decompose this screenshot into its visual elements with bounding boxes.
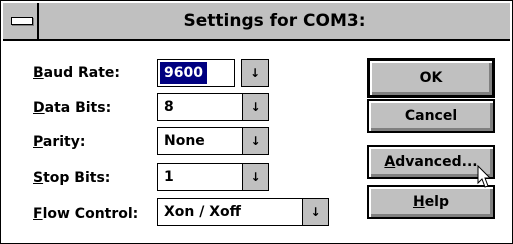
flow-control-value: Xon / Xoff — [164, 204, 241, 220]
data-bits-label: Data Bits: — [33, 100, 112, 116]
baud-rate-value[interactable]: 9600 — [160, 62, 207, 84]
stop-bits-label: Stop Bits: — [33, 170, 111, 186]
data-bits-combo[interactable]: 8 ↓ — [157, 93, 269, 121]
advanced-button[interactable]: Advanced... — [367, 145, 495, 179]
baud-rate-combo[interactable]: 9600 — [157, 59, 235, 87]
mouse-pointer-icon — [477, 165, 492, 188]
parity-value: None — [164, 133, 205, 149]
help-button[interactable]: Help — [367, 185, 495, 219]
stop-bits-combo[interactable]: 1 ↓ — [157, 163, 269, 191]
dropdown-arrow-icon: ↓ — [250, 100, 261, 114]
dropdown-arrow-icon: ↓ — [250, 170, 261, 184]
dropdown-arrow-icon: ↓ — [250, 134, 261, 148]
dropdown-arrow-icon: ↓ — [310, 205, 321, 219]
system-menu-icon[interactable] — [3, 3, 39, 39]
flow-control-dropdown-button[interactable]: ↓ — [302, 199, 328, 225]
baud-rate-dropdown-button[interactable]: ↓ — [241, 59, 269, 87]
baud-rate-label: Baud Rate: — [33, 65, 120, 81]
window-title: Settings for COM3: — [183, 11, 366, 31]
cancel-button[interactable]: Cancel — [367, 99, 495, 133]
data-bits-dropdown-button[interactable]: ↓ — [242, 94, 268, 120]
stop-bits-dropdown-button[interactable]: ↓ — [242, 164, 268, 190]
stop-bits-value: 1 — [164, 169, 174, 185]
parity-label: Parity: — [33, 134, 86, 150]
dropdown-arrow-icon: ↓ — [249, 66, 261, 80]
data-bits-value: 8 — [164, 99, 174, 115]
ok-button[interactable]: OK — [367, 58, 495, 98]
flow-control-combo[interactable]: Xon / Xoff ↓ — [157, 198, 329, 226]
settings-dialog: Settings for COM3: Baud Rate: 9600 ↓ Dat… — [0, 0, 513, 244]
title-bar[interactable]: Settings for COM3: — [3, 3, 510, 41]
dialog-client-area: Baud Rate: 9600 ↓ Data Bits: 8 ↓ Parity:… — [3, 41, 510, 241]
parity-dropdown-button[interactable]: ↓ — [242, 128, 268, 154]
flow-control-label: Flow Control: — [33, 206, 139, 222]
parity-combo[interactable]: None ↓ — [157, 127, 269, 155]
